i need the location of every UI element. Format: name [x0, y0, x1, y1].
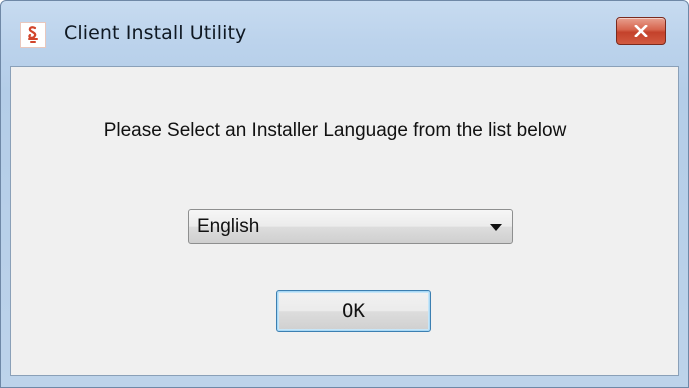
ok-button[interactable]: OK	[276, 290, 431, 332]
title-bar[interactable]: Client Install Utility	[1, 1, 688, 67]
close-icon	[634, 25, 648, 37]
close-button[interactable]	[616, 17, 666, 45]
client-app-icon	[20, 22, 46, 48]
language-select[interactable]: English	[188, 209, 513, 244]
dialog-window: Client Install Utility Please Select an …	[0, 0, 689, 388]
chevron-down-icon	[490, 224, 502, 231]
prompt-text: Please Select an Installer Language from…	[103, 120, 567, 141]
window-title: Client Install Utility	[64, 22, 247, 44]
language-select-value: English	[197, 216, 260, 237]
dialog-body: Please Select an Installer Language from…	[10, 66, 679, 376]
